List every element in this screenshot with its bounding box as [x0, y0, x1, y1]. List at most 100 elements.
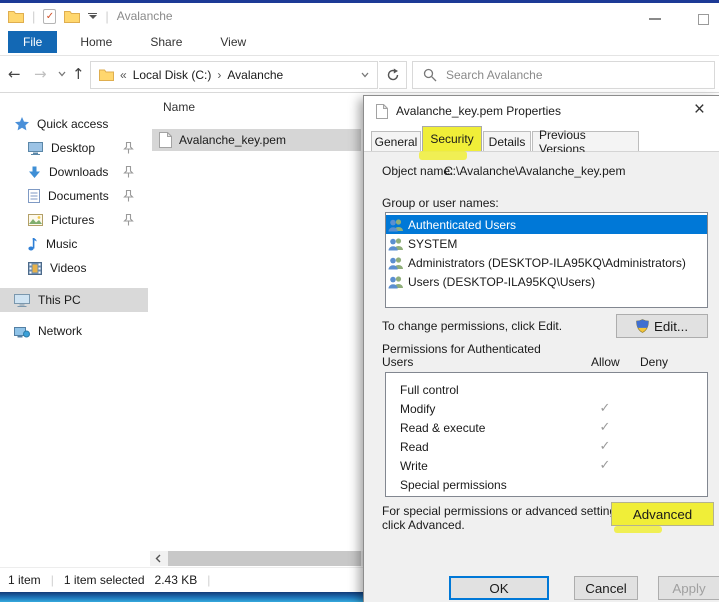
- group-names-list[interactable]: Authenticated Users SYSTEM Administrator…: [385, 212, 708, 308]
- group-row-system[interactable]: SYSTEM: [386, 234, 707, 253]
- forward-arrow-icon[interactable]: →: [34, 65, 47, 83]
- sidebar-item-downloads[interactable]: Downloads: [0, 160, 148, 184]
- refresh-button[interactable]: [379, 61, 407, 89]
- permission-row-special-permissions: Special permissions: [386, 475, 707, 494]
- search-input[interactable]: Search Avalanche: [412, 61, 715, 89]
- permission-name: Read & execute: [400, 421, 485, 435]
- navigation-pane: Quick access Desktop Downloads Documents…: [0, 93, 148, 567]
- permissions-list: Full control Modify ✓ Read & execute ✓ R…: [385, 372, 708, 497]
- status-item-count: 1 item: [8, 573, 41, 587]
- advanced-hint-line1: For special permissions or advanced sett…: [382, 504, 625, 518]
- breadcrumb-overflow[interactable]: «: [120, 68, 127, 82]
- sidebar-group-gap: [0, 280, 148, 288]
- advanced-button[interactable]: Advanced: [611, 502, 714, 526]
- sidebar-item-documents[interactable]: Documents: [0, 184, 148, 208]
- recent-locations-chevron-down-icon[interactable]: [58, 71, 66, 77]
- app-folder-icon: [8, 10, 24, 23]
- allow-checkmark: ✓: [595, 420, 615, 435]
- sidebar-item-this-pc[interactable]: This PC: [0, 288, 148, 312]
- dialog-title: Avalanche_key.pem Properties: [396, 104, 561, 118]
- properties-check-icon[interactable]: ✓: [43, 9, 56, 24]
- advanced-button-highlight: [614, 526, 662, 533]
- tab-security[interactable]: Security: [422, 126, 482, 151]
- document-page-icon: [28, 189, 40, 203]
- sidebar-item-label: Music: [46, 237, 77, 251]
- breadcrumb-drive[interactable]: Local Disk (C:): [133, 68, 212, 82]
- address-toolbar: ← → ↑ « Local Disk (C:) › Avalanche: [0, 57, 719, 93]
- music-note-icon: [28, 237, 38, 251]
- scrollbar-thumb[interactable]: [168, 551, 361, 566]
- breadcrumb-folder[interactable]: Avalanche: [227, 68, 283, 82]
- tab-general[interactable]: General: [371, 131, 421, 151]
- refresh-icon: [386, 68, 400, 82]
- quick-access-star-icon: [14, 117, 29, 131]
- address-dropdown-chevron-down-icon[interactable]: [361, 72, 369, 78]
- status-divider: |: [207, 573, 210, 587]
- permission-name: Full control: [400, 383, 459, 397]
- apply-button[interactable]: Apply: [658, 576, 719, 600]
- permission-name: Write: [400, 459, 428, 473]
- group-row-authenticated-users[interactable]: Authenticated Users: [386, 215, 707, 234]
- minimize-button[interactable]: [640, 11, 670, 27]
- ok-button[interactable]: OK: [449, 576, 549, 600]
- dialog-title-bar: Avalanche_key.pem Properties ×: [364, 96, 719, 126]
- file-name: Avalanche_key.pem: [179, 133, 286, 147]
- titlebar-separator: |: [32, 9, 35, 24]
- ribbon-tab-bar: File Home Share View: [0, 29, 719, 56]
- scroll-left-chevron-icon[interactable]: [150, 551, 166, 566]
- window-title: Avalanche: [117, 9, 173, 23]
- breadcrumb-chevron[interactable]: ›: [217, 68, 221, 82]
- sidebar-item-label: Desktop: [51, 141, 95, 155]
- tab-details[interactable]: Details: [483, 131, 531, 151]
- file-row-avalanche-key[interactable]: Avalanche_key.pem: [152, 129, 361, 151]
- film-strip-icon: [28, 262, 42, 275]
- search-icon: [423, 68, 437, 82]
- sidebar-item-network[interactable]: Network: [0, 319, 148, 343]
- two-users-icon: [388, 256, 404, 270]
- sidebar-item-videos[interactable]: Videos: [0, 256, 148, 280]
- up-arrow-icon[interactable]: ↑: [72, 65, 85, 83]
- column-header-name[interactable]: Name: [150, 93, 363, 121]
- sidebar-item-label: Downloads: [49, 165, 108, 179]
- permissions-for-label-line2: Users: [382, 355, 413, 369]
- sidebar-item-music[interactable]: Music: [0, 232, 148, 256]
- sidebar-item-quick-access[interactable]: Quick access: [0, 112, 148, 136]
- back-arrow-icon[interactable]: ←: [8, 65, 21, 83]
- edit-button-label: Edit...: [654, 319, 688, 334]
- search-placeholder: Search Avalanche: [446, 68, 543, 82]
- group-name: Administrators (DESKTOP-ILA95KQ\Administ…: [408, 256, 686, 270]
- maximize-button[interactable]: [688, 11, 718, 27]
- edit-button[interactable]: Edit...: [616, 314, 708, 338]
- ribbon-tab-share[interactable]: Share: [135, 31, 197, 53]
- sidebar-item-label: Documents: [48, 189, 109, 203]
- sidebar-item-pictures[interactable]: Pictures: [0, 208, 148, 232]
- ribbon-tab-home[interactable]: Home: [65, 31, 127, 53]
- dialog-file-icon: [376, 104, 388, 119]
- cancel-button[interactable]: Cancel: [574, 576, 638, 600]
- ribbon-tab-view[interactable]: View: [205, 31, 261, 53]
- close-icon[interactable]: ×: [694, 99, 705, 121]
- group-row-administrators[interactable]: Administrators (DESKTOP-ILA95KQ\Administ…: [386, 253, 707, 272]
- edit-hint-text: To change permissions, click Edit.: [382, 319, 562, 333]
- address-folder-icon: [99, 69, 114, 81]
- address-bar[interactable]: « Local Disk (C:) › Avalanche: [90, 61, 378, 89]
- sidebar-item-desktop[interactable]: Desktop: [0, 136, 148, 160]
- tab-previous-versions[interactable]: Previous Versions: [532, 131, 639, 151]
- permission-name: Special permissions: [400, 478, 507, 492]
- download-arrow-icon: [28, 166, 41, 179]
- sidebar-item-label: Pictures: [51, 213, 94, 227]
- new-folder-icon[interactable]: [64, 10, 80, 23]
- allow-column-header: Allow: [591, 355, 620, 369]
- group-row-users[interactable]: Users (DESKTOP-ILA95KQ\Users): [386, 272, 707, 291]
- object-name-label: Object name:: [382, 164, 453, 178]
- qat-customize-chevron-down-icon[interactable]: [88, 13, 97, 19]
- allow-checkmark: ✓: [595, 401, 615, 416]
- two-users-icon: [388, 275, 404, 289]
- computer-monitor-icon: [14, 294, 30, 307]
- ribbon-tab-file[interactable]: File: [8, 31, 57, 53]
- blank-file-icon: [159, 132, 172, 148]
- two-users-icon: [388, 218, 404, 232]
- permissions-for-label-line1: Permissions for Authenticated: [382, 342, 541, 356]
- horizontal-scrollbar[interactable]: [150, 551, 363, 566]
- dialog-tab-strip: General Security Details Previous Versio…: [364, 126, 719, 152]
